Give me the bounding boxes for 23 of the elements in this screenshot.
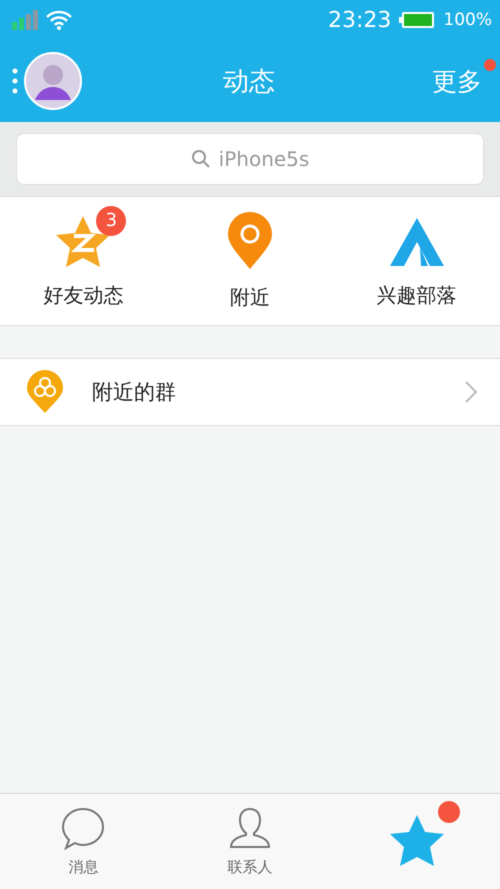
list-row[interactable]: 附近的群 [0,358,500,426]
status-time: 23:23 [328,8,392,32]
chevron-right-icon [464,380,478,404]
shortcut-label[interactable]: 兴趣部落 [376,282,457,308]
pin-icon [226,212,274,270]
battery-percent: 100% [443,10,492,30]
group-pin-icon [26,370,64,414]
star-icon [388,812,446,866]
avatar[interactable] [24,52,82,110]
signal-icon [12,10,38,30]
chat-bubble-icon [60,806,106,852]
row-label: 附近的群 [92,379,177,406]
tab[interactable]: 消息 [0,794,167,889]
shortcut-label[interactable]: 附近 [230,284,270,310]
menu-dots-icon[interactable] [12,68,18,94]
search-placeholder: iPhone5s [218,147,310,171]
count-badge: 3 [96,206,126,236]
battery-icon [399,11,436,29]
wifi-icon [46,10,72,30]
shortcut-label[interactable]: 好友动态 [43,282,124,308]
search-icon [190,149,211,169]
tab[interactable]: 联系人 [166,794,334,889]
header-title: 动态 [223,66,275,98]
